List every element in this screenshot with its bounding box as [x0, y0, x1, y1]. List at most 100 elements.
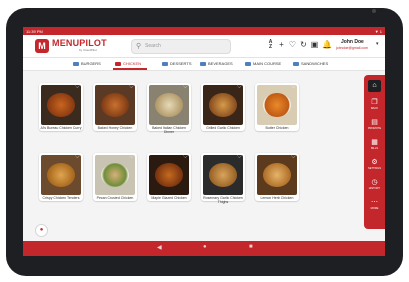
favorite-icon[interactable]: ♡	[291, 84, 296, 90]
back-icon: ❐	[371, 99, 378, 106]
search-icon: ⚲	[136, 43, 142, 50]
user-email: johndoe@gmail.com	[336, 46, 368, 50]
main-course-icon	[245, 61, 251, 66]
favorite-icon[interactable]: ♡	[183, 84, 188, 90]
menu-item-card[interactable]: ♡ Rosemary Garlic Chicken Thighs	[201, 153, 245, 204]
menu-item-card[interactable]: ♡ Maple Glazed Chicken	[147, 153, 191, 201]
search-input[interactable]: ⚲ Search	[131, 39, 231, 54]
burger-icon	[73, 61, 79, 66]
tab-main-course[interactable]: MAIN COURSE	[245, 61, 281, 66]
sidebar-item-back[interactable]: ❐ BACK	[364, 99, 385, 117]
add-icon[interactable]: +	[277, 40, 286, 49]
status-bar: 11:39 PM ▼ 1	[23, 27, 385, 35]
status-time: 11:39 PM	[26, 28, 43, 34]
food-photo	[149, 85, 189, 125]
sandwich-icon	[293, 61, 299, 66]
right-sidebar: ⌂ ❐ BACK ▤ PROMOTE ▦ BILLS ⚙ SETTINGS ◷ …	[364, 75, 385, 229]
sidebar-item-bills[interactable]: ▦ BILLS	[364, 139, 385, 157]
favorite-icon[interactable]: ♡	[129, 154, 134, 160]
sidebar-item-label: PROMOTE	[367, 127, 382, 130]
sidebar-item-label: MORE	[370, 207, 379, 210]
user-name: John Doe	[341, 39, 364, 45]
item-name: Al's Bureau Chicken Curry	[40, 126, 82, 130]
favorite-icon[interactable]: ♡	[129, 84, 134, 90]
sidebar-item-label: SETTINGS	[368, 167, 381, 170]
food-photo	[257, 155, 297, 195]
microphone-button[interactable]: ●	[35, 224, 48, 237]
favorite-icon[interactable]: ♡	[183, 154, 188, 160]
sidebar-item-label: HISTORY	[368, 187, 381, 190]
item-name: Butter Chicken	[265, 126, 289, 130]
food-photo	[203, 155, 243, 195]
favorite-icon[interactable]: ♡	[237, 84, 242, 90]
item-name: Pecan Crusted Chicken	[96, 196, 134, 200]
promote-icon: ▤	[371, 119, 378, 126]
sort-az-icon[interactable]: AZ	[266, 40, 275, 50]
refresh-icon[interactable]: ↻	[299, 40, 308, 49]
microphone-icon: ●	[39, 227, 44, 233]
menu-item-card[interactable]: ♡ Pecan Crusted Chicken	[93, 153, 137, 201]
logo-text: MENUPILOT	[52, 38, 107, 48]
sidebar-item-home[interactable]: ⌂	[364, 79, 385, 97]
favorite-icon[interactable]: ♡	[288, 40, 297, 49]
android-nav-bar: ◀ ● ■	[23, 241, 385, 256]
item-name: Baked Honey Chicken	[97, 126, 133, 130]
menu-item-card[interactable]: ♡ Crispy Chicken Tenders	[39, 153, 83, 201]
sidebar-item-label: BILLS	[370, 147, 379, 150]
menu-item-card[interactable]: ♡ Baked Honey Chicken	[93, 83, 137, 131]
food-photo	[203, 85, 243, 125]
bills-icon: ▦	[371, 139, 378, 146]
favorite-icon[interactable]: ♡	[75, 84, 80, 90]
dessert-icon	[162, 61, 168, 66]
chef-hat-icon	[115, 61, 121, 66]
nav-recents-icon[interactable]: ■	[249, 244, 253, 250]
sidebar-item-promote[interactable]: ▤ PROMOTE	[364, 119, 385, 137]
food-photo	[149, 155, 189, 195]
item-name: Grilled Garlic Chicken	[206, 126, 240, 130]
sidebar-item-history[interactable]: ◷ HISTORY	[364, 179, 385, 197]
active-tab-indicator	[113, 68, 147, 70]
tab-desserts[interactable]: DESSERTS	[162, 61, 192, 66]
sidebar-item-label: BACK	[370, 107, 379, 110]
tab-label: DESSERTS	[170, 61, 192, 66]
food-photo	[95, 85, 135, 125]
menu-item-card[interactable]: ♡ Butter Chicken	[255, 83, 299, 131]
favorite-icon[interactable]: ♡	[75, 154, 80, 160]
tab-sandwiches[interactable]: SANDWICHES	[293, 61, 328, 66]
nav-home-icon[interactable]: ●	[203, 244, 207, 250]
item-name: Rosemary Garlic Chicken Thighs	[203, 196, 243, 204]
logo-mark-icon: M	[35, 39, 49, 53]
item-name: Crispy Chicken Tenders	[42, 196, 80, 200]
tab-label: MAIN COURSE	[253, 61, 282, 66]
search-placeholder: Search	[145, 43, 161, 49]
nav-back-icon[interactable]: ◀	[157, 244, 162, 251]
status-icons: ▼ 1	[374, 28, 382, 34]
sidebar-item-settings[interactable]: ⚙ SETTINGS	[364, 159, 385, 177]
menu-item-card[interactable]: ♡ Grilled Garlic Chicken	[201, 83, 245, 131]
food-photo	[41, 155, 81, 195]
menu-item-card[interactable]: ♡ Al's Bureau Chicken Curry	[39, 83, 83, 131]
favorite-icon[interactable]: ♡	[291, 154, 296, 160]
tab-burgers[interactable]: BURGERS	[73, 61, 101, 66]
food-photo	[41, 85, 81, 125]
menu-item-card[interactable]: ♡ Lemon Herb Chicken	[255, 153, 299, 201]
tab-beverages[interactable]: BEVERAGES	[200, 61, 233, 66]
favorite-icon[interactable]: ♡	[237, 154, 242, 160]
food-photo	[257, 85, 297, 125]
item-name: Baked Italian Chicken Dinner	[152, 126, 186, 134]
item-name: Maple Glazed Chicken	[151, 196, 187, 200]
sidebar-item-more[interactable]: ⋯ MORE	[364, 199, 385, 217]
chevron-down-icon: ▾	[376, 41, 379, 47]
app-header: M MENUPILOT by CloudPilot ⚲ Search AZ + …	[23, 35, 385, 57]
tab-chicken[interactable]: CHICKEN	[115, 61, 141, 66]
display-icon[interactable]: ▣	[310, 40, 319, 49]
home-icon: ⌂	[368, 80, 381, 92]
menu-item-card[interactable]: ♡ Baked Italian Chicken Dinner	[147, 83, 191, 134]
logo-subtitle: by CloudPilot	[79, 48, 97, 52]
category-tabs: BURGERS CHICKEN DESSERTS BEVERAGES MAIN …	[23, 57, 385, 71]
more-icon: ⋯	[371, 199, 378, 206]
notification-icon[interactable]: 🔔	[322, 40, 332, 49]
history-icon: ◷	[371, 179, 378, 186]
tab-label: BEVERAGES	[208, 61, 233, 66]
item-name: Lemon Herb Chicken	[260, 196, 294, 200]
